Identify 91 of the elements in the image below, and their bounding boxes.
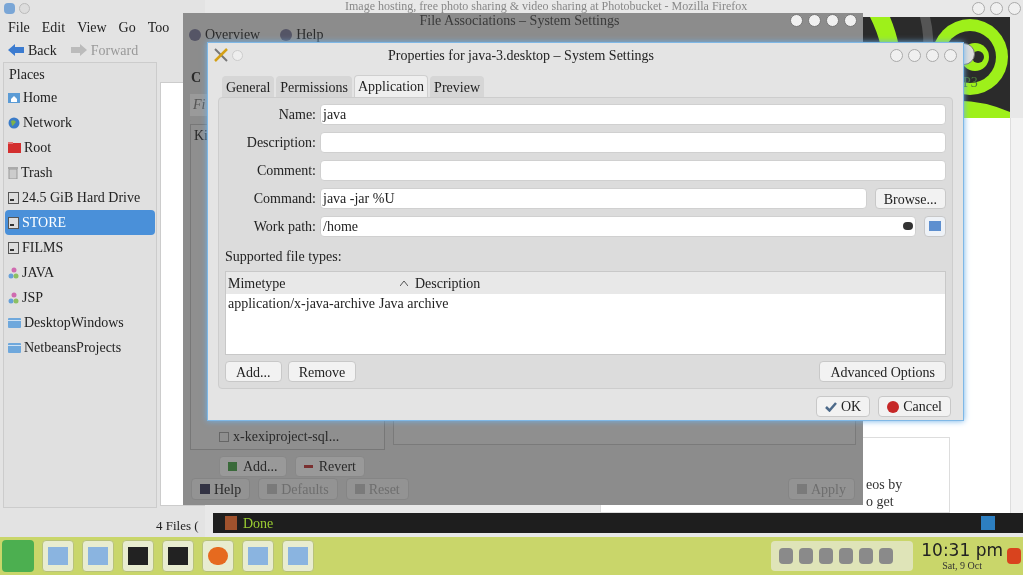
column-header[interactable]: Mimetype (226, 272, 399, 294)
add-button[interactable]: Add... (219, 456, 287, 477)
window-control-icon[interactable] (990, 2, 1003, 15)
menu-item[interactable]: Too (147, 16, 170, 38)
window-control-icon[interactable] (926, 48, 939, 62)
tab[interactable]: Permissions (276, 76, 352, 97)
button-icon (797, 484, 807, 494)
extension-icon[interactable] (981, 516, 995, 530)
text-field[interactable] (320, 131, 946, 153)
clear-icon[interactable] (903, 222, 913, 230)
window-control-icon[interactable] (19, 2, 30, 14)
tree-item[interactable]: x-kexiproject-sql... (233, 426, 340, 447)
window-control-icon[interactable] (944, 48, 957, 62)
page-text: eos by (866, 476, 903, 493)
place-item[interactable]: Network (5, 110, 155, 135)
field-label: Command: (252, 189, 317, 208)
cup-icon (8, 291, 19, 304)
text-field[interactable]: /home (320, 215, 916, 237)
place-item[interactable]: Trash (5, 160, 155, 185)
field-label: Name: (277, 105, 317, 124)
help-button[interactable]: Help (191, 478, 251, 500)
browse-button[interactable]: Browse... (874, 187, 946, 209)
column-header[interactable]: Description (409, 272, 481, 294)
help-button[interactable]: Help (280, 28, 324, 42)
place-item[interactable]: FILMS (5, 235, 155, 260)
window-control-icon[interactable] (844, 14, 857, 27)
date: Sat, 9 Oct (942, 560, 982, 571)
section-label: Supported file types: (225, 248, 343, 266)
table-cell-text: application/x-java-archive (227, 294, 376, 313)
window-title: Image hosting, free photo sharing & video sharing at Photobucket - Mozilla Firefox (345, 0, 748, 13)
table-cell-text: Java archive (378, 294, 449, 313)
menu-item[interactable]: File (8, 16, 30, 38)
window-control-icon[interactable] (890, 48, 903, 62)
button-icon (267, 484, 278, 494)
ok-button[interactable]: OK (815, 396, 871, 417)
back-button[interactable]: Back (8, 39, 57, 61)
check-icon (824, 401, 837, 412)
globe-icon (8, 116, 20, 129)
advanced-options-button[interactable]: Advanced Options (819, 361, 946, 382)
remove-button[interactable]: Remove (287, 361, 357, 382)
cancel-icon (887, 400, 900, 413)
button-icon (354, 484, 365, 494)
text-field[interactable] (320, 159, 946, 181)
toolbar-text: P3 (963, 74, 978, 92)
place-item[interactable]: Root (5, 135, 155, 160)
menu-item[interactable]: Edit (41, 16, 66, 38)
plus-icon (228, 462, 237, 471)
cup-icon (8, 266, 19, 279)
trash-icon (8, 166, 18, 179)
place-item[interactable]: 24.5 GiB Hard Drive (5, 185, 155, 210)
overview-button[interactable]: Overview (189, 28, 261, 42)
section-label: C (191, 69, 202, 87)
home-icon (8, 91, 20, 104)
right-arrow-icon (70, 44, 87, 56)
help-icon (280, 29, 293, 41)
field-label: Comment: (255, 161, 317, 180)
window-control-icon[interactable] (972, 2, 985, 15)
page-text: o get (866, 493, 895, 510)
window-title: File Associations – System Settings (418, 13, 621, 28)
window-control-icon[interactable] (1008, 2, 1021, 15)
place-item[interactable]: DesktopWindows (5, 310, 155, 335)
tab[interactable]: Application (354, 75, 429, 97)
save-icon[interactable] (924, 215, 946, 237)
window-control-icon[interactable] (790, 14, 803, 27)
text-field[interactable]: java -jar %U (320, 187, 867, 209)
clock[interactable]: 10:31 pm (921, 541, 1003, 559)
field-label: Description: (245, 133, 317, 152)
place-item[interactable]: NetbeansProjects (5, 335, 155, 360)
status-text: 4 Files ( (156, 517, 199, 536)
cancel-button[interactable]: Cancel (878, 396, 951, 417)
sort-icon (399, 278, 409, 288)
tab[interactable]: Preview (430, 76, 484, 97)
button-icon (200, 484, 210, 494)
scrollbar[interactable] (1010, 118, 1023, 513)
minus-icon (303, 465, 313, 468)
place-item[interactable]: JAVA (5, 260, 155, 285)
place-item[interactable]: JSP (5, 285, 155, 310)
place-item[interactable]: Home (5, 85, 155, 110)
menu-item[interactable]: View (77, 16, 107, 38)
field-label: Work path: (252, 217, 317, 236)
window-control-icon[interactable] (808, 14, 821, 27)
panel-title: Places (9, 65, 45, 84)
window-title: Properties for java-3.desktop – System Settings (388, 46, 654, 65)
menu-item[interactable]: Go (118, 16, 136, 38)
text-field[interactable]: java (320, 103, 946, 125)
status-text: Done (243, 514, 274, 533)
window-control-icon[interactable] (826, 14, 839, 27)
add-button[interactable]: Add... (225, 361, 282, 382)
tab[interactable]: General (222, 76, 275, 97)
revert-button[interactable]: Revert (294, 456, 365, 477)
window-control-icon[interactable] (908, 48, 921, 62)
